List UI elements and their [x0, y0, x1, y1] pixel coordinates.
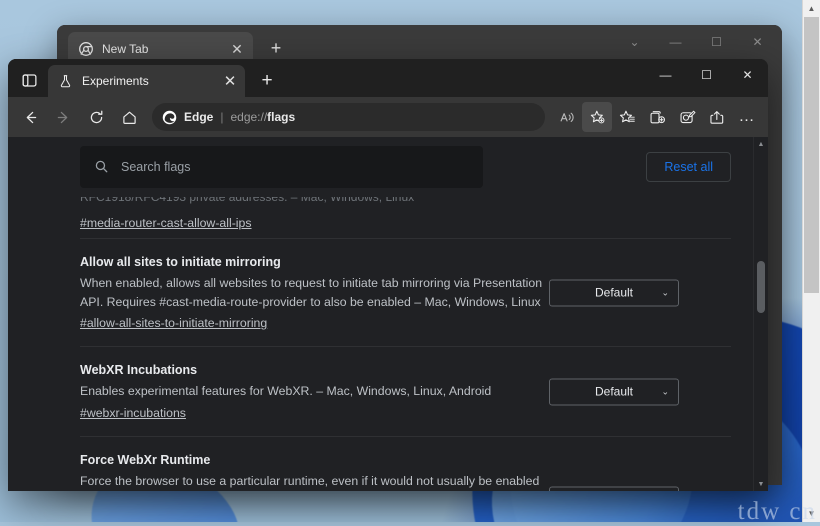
flags-header-bar: Search flags Reset all: [8, 137, 753, 197]
flag-row-webxr-incubations: WebXR Incubations Enables experimental f…: [80, 347, 731, 438]
flags-page: Search flags Reset all RFC1918/RFC4193 p…: [8, 137, 753, 491]
page-scroll-down-arrow[interactable]: ▼: [754, 477, 768, 491]
maximize-button[interactable]: ☐: [686, 59, 727, 91]
flask-icon: [58, 74, 73, 89]
flag-description: When enabled, allows all websites to req…: [80, 276, 543, 309]
flag-select-container: Default ⌄: [549, 279, 679, 307]
chevron-down-icon: ⌄: [661, 386, 669, 397]
background-maximize-button[interactable]: ☐: [696, 36, 737, 48]
background-tab-close-icon[interactable]: ✕: [227, 42, 247, 56]
close-button[interactable]: ✕: [727, 59, 768, 91]
flag-title: Allow all sites to initiate mirroring: [80, 255, 281, 269]
flag-state-value: Default: [594, 384, 634, 399]
omnibox-url: edge://flags: [230, 110, 295, 124]
clipped-flag-description: RFC1918/RFC4193 private addresses. – Mac…: [80, 197, 415, 204]
flag-description: Force the browser to use a particular ru…: [80, 474, 540, 489]
web-capture-button[interactable]: [672, 102, 702, 132]
chrome-globe-icon: [79, 41, 93, 56]
background-close-button[interactable]: ✕: [737, 36, 778, 48]
back-arrow-icon: [26, 111, 36, 123]
flag-select-container: Default ⌄: [549, 486, 679, 491]
omnibox-brand-label: Edge: [184, 110, 214, 124]
collections-button[interactable]: [642, 102, 672, 132]
clipped-flag-link[interactable]: #media-router-cast-allow-all-ips: [80, 216, 252, 230]
flags-list: RFC1918/RFC4193 private addresses. – Mac…: [8, 197, 753, 491]
background-tab-title: New Tab: [102, 41, 149, 56]
favorites-icon: [619, 110, 635, 122]
add-favorite-icon: [590, 110, 604, 123]
flag-state-dropdown[interactable]: Default ⌄: [549, 279, 679, 307]
page-scrollbar[interactable]: ▲ ▼: [753, 137, 768, 491]
read-aloud-icon: [560, 112, 574, 122]
add-favorite-button[interactable]: [582, 102, 612, 132]
home-button[interactable]: [113, 102, 145, 132]
forward-button[interactable]: [47, 102, 79, 132]
flag-permalink[interactable]: #webxr-incubations: [80, 406, 186, 420]
tab-experiments[interactable]: Experiments ✕: [48, 65, 245, 97]
share-icon: [709, 110, 723, 124]
flag-title: Force WebXr Runtime: [80, 453, 211, 468]
tab-search-button[interactable]: [12, 65, 46, 95]
background-minimize-button[interactable]: —: [655, 36, 696, 48]
outer-scrollbar-thumb[interactable]: [804, 17, 819, 293]
outer-window-scrollbar[interactable]: ▲ ▼: [802, 0, 820, 522]
outer-scroll-up-arrow[interactable]: ▲: [803, 0, 820, 17]
back-button[interactable]: [14, 102, 46, 132]
collections-icon: [649, 110, 665, 123]
tab-search-icon: [21, 73, 37, 87]
home-icon: [122, 111, 136, 124]
refresh-icon: [90, 110, 102, 123]
share-button[interactable]: [702, 102, 732, 132]
chevron-down-icon: ⌄: [661, 287, 669, 298]
tab-close-icon[interactable]: ✕: [220, 74, 240, 89]
flag-text-block: Allow all sites to initiate mirroring Wh…: [80, 255, 550, 332]
background-window-controls: ⌄ — ☐ ✕: [614, 27, 778, 57]
web-capture-icon: [679, 110, 695, 123]
flag-text-block: Force WebXr Runtime Force the browser to…: [80, 453, 550, 491]
omnibox-url-suffix: flags: [267, 110, 296, 124]
flag-description: Enables experimental features for WebXR.…: [80, 384, 492, 399]
edge-browser-window[interactable]: Experiments ✕ + — ☐ ✕ Edge | edge://flag…: [8, 59, 768, 491]
new-tab-button[interactable]: +: [253, 71, 281, 90]
flag-text-block: WebXR Incubations Enables experimental f…: [80, 363, 550, 422]
flag-row-webxr-runtime: Force WebXr Runtime Force the browser to…: [80, 437, 731, 491]
outer-scroll-down-arrow[interactable]: ▼: [803, 505, 820, 522]
background-collapse-button[interactable]: ⌄: [614, 36, 655, 48]
flag-select-container: Default ⌄: [549, 378, 679, 406]
flag-row-allow-all-sites-to-initiate-mirroring: Allow all sites to initiate mirroring Wh…: [80, 239, 731, 348]
flag-title: WebXR Incubations: [80, 363, 198, 378]
page-scrollbar-thumb[interactable]: [757, 261, 765, 313]
favorites-button[interactable]: [612, 102, 642, 132]
browser-titlebar: Experiments ✕ + — ☐ ✕: [8, 59, 768, 97]
edge-logo-icon: [162, 110, 177, 125]
flag-state-value: Default: [594, 285, 634, 300]
tab-title: Experiments: [82, 74, 149, 88]
flag-permalink[interactable]: #allow-all-sites-to-initiate-mirroring: [80, 316, 267, 330]
toolbar-actions: …: [552, 102, 762, 132]
reset-all-button[interactable]: Reset all: [646, 151, 731, 182]
page-scroll-up-arrow[interactable]: ▲: [754, 137, 768, 151]
search-icon: [94, 159, 109, 174]
window-controls: — ☐ ✕: [645, 59, 768, 91]
address-bar[interactable]: Edge | edge://flags: [152, 103, 545, 131]
omnibox-separator: |: [220, 110, 224, 124]
minimize-button[interactable]: —: [645, 59, 686, 91]
read-aloud-button[interactable]: [552, 102, 582, 132]
browser-viewport: Search flags Reset all RFC1918/RFC4193 p…: [8, 137, 768, 491]
omnibox-url-prefix: edge://: [230, 110, 268, 124]
search-flags-placeholder: Search flags: [121, 159, 191, 174]
refresh-button[interactable]: [80, 102, 112, 132]
browser-toolbar: Edge | edge://flags …: [8, 97, 768, 137]
search-flags-box[interactable]: Search flags: [80, 145, 483, 188]
forward-arrow-icon: [57, 111, 67, 123]
background-new-tab-button[interactable]: +: [266, 39, 286, 57]
clipped-flag-entry: RFC1918/RFC4193 private addresses. – Mac…: [80, 197, 753, 239]
flag-state-dropdown[interactable]: Default ⌄: [549, 378, 679, 406]
settings-and-more-button[interactable]: …: [732, 102, 762, 132]
flag-state-dropdown[interactable]: Default ⌄: [549, 486, 679, 491]
